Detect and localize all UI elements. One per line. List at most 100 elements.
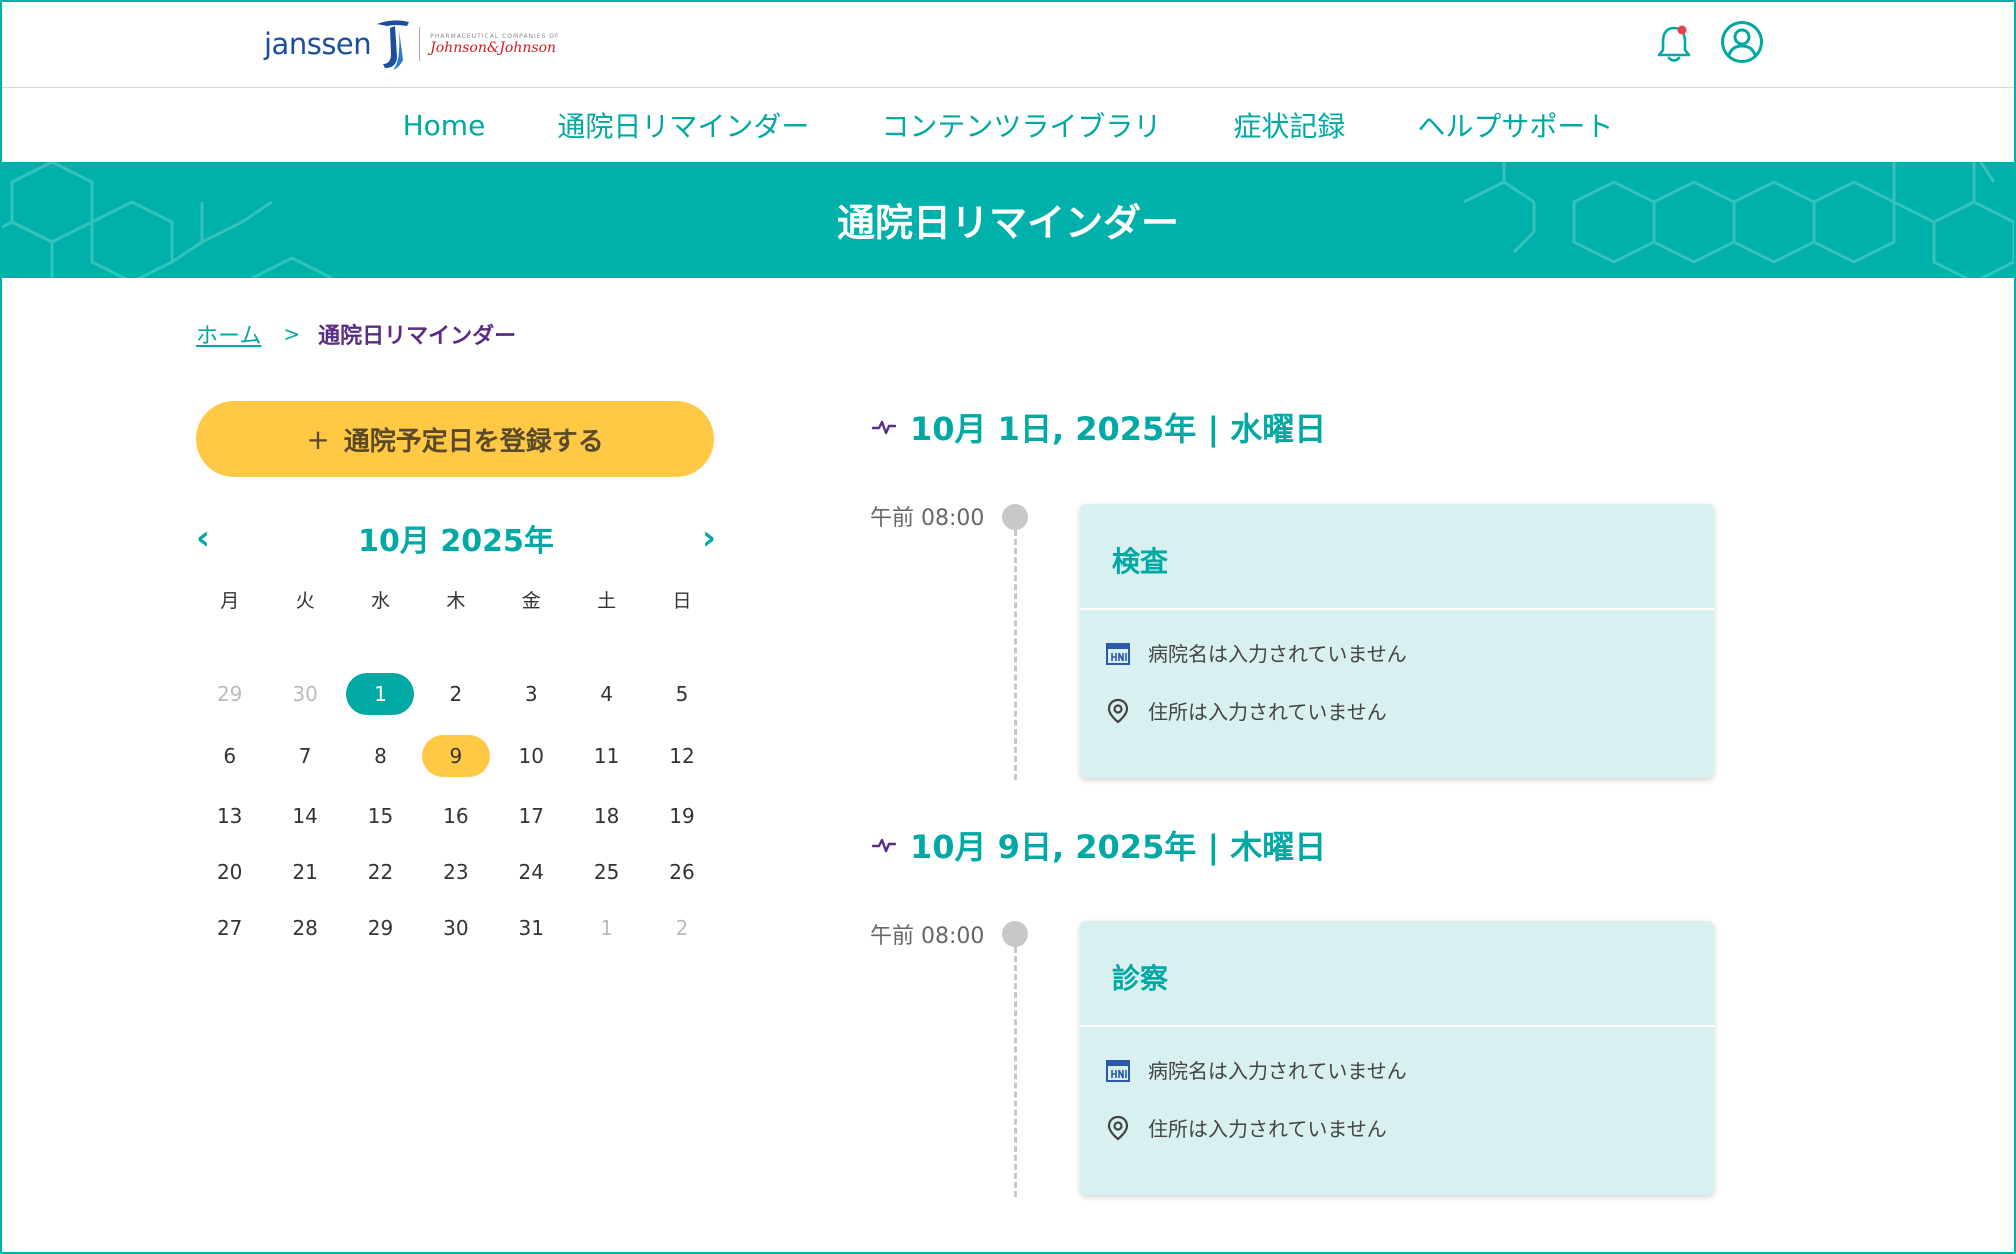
appointment-card[interactable]: 検査 病院名は入力されていません 住所は入力されていません xyxy=(1080,504,1714,778)
calendar-day-number: 12 xyxy=(669,744,695,768)
calendar-day-number: 16 xyxy=(443,804,469,828)
page-banner: 通院日リマインダー xyxy=(2,162,2014,278)
calendar-day[interactable]: 10 xyxy=(494,735,569,777)
hospital-row: 病院名は入力されていません xyxy=(1104,638,1407,667)
calendar-day-number: 8 xyxy=(374,744,387,768)
calendar-day[interactable]: 17 xyxy=(494,795,569,837)
register-visit-button[interactable]: + 通院予定日を登録する xyxy=(196,401,714,477)
breadcrumb-home-link[interactable]: ホーム xyxy=(196,318,261,350)
calendar-day-number: 24 xyxy=(518,860,544,884)
notification-dot xyxy=(1677,25,1687,35)
appointment-card[interactable]: 診察 病院名は入力されていません 住所は入力されていません xyxy=(1080,921,1714,1195)
calendar-day[interactable]: 11 xyxy=(569,735,644,777)
calendar-weekdays: 月 火 水 木 金 土 日 xyxy=(192,586,720,613)
schedule-time: 午前 08:00 xyxy=(870,506,985,531)
calendar-day-number: 13 xyxy=(216,804,243,828)
nav-home[interactable]: Home xyxy=(403,109,486,142)
pulse-icon xyxy=(872,838,896,853)
calendar-day[interactable]: 20 xyxy=(192,851,267,893)
hospital-row: 病院名は入力されていません xyxy=(1104,1055,1407,1084)
hospital-icon xyxy=(1106,1059,1130,1082)
janssen-logo[interactable]: janssen PHARMACEUTICAL COMPANIES OF John… xyxy=(264,16,559,72)
calendar-day-today[interactable]: 9 xyxy=(418,735,493,777)
calendar-day[interactable]: 22 xyxy=(343,851,418,893)
calendar-day[interactable]: 19 xyxy=(644,795,719,837)
weekday-label: 水 xyxy=(370,590,390,612)
weekday-label: 月 xyxy=(220,590,240,612)
janssen-mark-icon xyxy=(377,20,410,70)
nav-symptom-log[interactable]: 症状記録 xyxy=(1233,105,1345,145)
calendar-day[interactable]: 14 xyxy=(267,795,342,837)
calendar-day[interactable]: 28 xyxy=(267,907,342,949)
calendar-day[interactable]: 16 xyxy=(418,795,493,837)
calendar-day[interactable]: 21 xyxy=(267,851,342,893)
address-text: 住所は入力されていません xyxy=(1148,700,1387,724)
calendar-day-number: 21 xyxy=(292,860,318,884)
calendar-day[interactable]: 23 xyxy=(418,851,493,893)
calendar-day[interactable]: 8 xyxy=(343,735,418,777)
calendar-day[interactable]: 30 xyxy=(267,673,342,715)
calendar-day[interactable]: 3 xyxy=(494,673,569,715)
calendar-day-number: 7 xyxy=(298,744,312,768)
calendar-day-number: 9 xyxy=(421,735,490,777)
nav-help-support[interactable]: ヘルプサポート xyxy=(1417,105,1613,145)
calendar-day[interactable]: 29 xyxy=(343,907,418,949)
calendar-day[interactable]: 29 xyxy=(192,673,267,715)
location-pin-icon xyxy=(1107,1115,1129,1140)
schedule-date: 10月 1日, 2025年 | 水曜日 xyxy=(910,410,1327,448)
calendar-day-number: 20 xyxy=(216,860,243,884)
breadcrumb: ホーム > 通院日リマインダー xyxy=(196,318,516,350)
calendar-day[interactable]: 2 xyxy=(418,673,493,715)
calendar-day-number: 22 xyxy=(367,860,394,884)
calendar-day[interactable]: 6 xyxy=(192,735,267,777)
calendar-day[interactable]: 18 xyxy=(569,795,644,837)
chevron-right-icon[interactable]: › xyxy=(702,518,716,558)
calendar-day[interactable]: 13 xyxy=(192,795,267,837)
timeline-dot xyxy=(1002,921,1028,947)
calendar-day[interactable]: 15 xyxy=(343,795,418,837)
calendar-day[interactable]: 31 xyxy=(494,907,569,949)
calendar-week-row: 6 7 8 9 10 11 12 xyxy=(192,724,720,788)
calendar-day[interactable]: 27 xyxy=(192,907,267,949)
calendar-day[interactable]: 25 xyxy=(569,851,644,893)
calendar-day[interactable]: 24 xyxy=(494,851,569,893)
calendar-day-number: 31 xyxy=(518,916,544,940)
logo-sub-text: PHARMACEUTICAL COMPANIES OF xyxy=(430,32,560,40)
calendar-day[interactable]: 26 xyxy=(644,851,719,893)
schedule-date: 10月 9日, 2025年 | 木曜日 xyxy=(910,828,1327,866)
pulse-icon xyxy=(872,420,896,435)
calendar-day[interactable]: 1 xyxy=(569,907,644,949)
calendar-day-number: 1 xyxy=(346,673,415,715)
nav-content-library[interactable]: コンテンツライブラリ xyxy=(881,105,1161,145)
calendar-week-row: 20 21 22 23 24 25 26 xyxy=(192,844,720,900)
calendar-day[interactable]: 30 xyxy=(418,907,493,949)
breadcrumb-current: 通院日リマインダー xyxy=(318,324,517,349)
calendar-day-number: 25 xyxy=(593,860,620,884)
hospital-name: 病院名は入力されていません xyxy=(1148,642,1407,666)
logo-parent-text: Johnson&Johnson xyxy=(430,39,557,56)
calendar-day-number: 11 xyxy=(593,744,620,768)
logo-brand-text: janssen xyxy=(264,27,372,61)
nav-visit-reminder[interactable]: 通院日リマインダー xyxy=(557,105,809,145)
calendar-day-number: 19 xyxy=(669,804,695,828)
calendar-day[interactable]: 2 xyxy=(644,907,719,949)
bell-icon[interactable] xyxy=(1654,22,1694,64)
calendar-day-number: 14 xyxy=(292,804,318,828)
hospital-icon xyxy=(1106,642,1130,665)
calendar-header: ‹ 10月 2025年 › xyxy=(196,512,716,568)
timeline-dot xyxy=(1002,504,1028,530)
calendar-day[interactable]: 7 xyxy=(267,735,342,777)
main-nav: Home 通院日リマインダー コンテンツライブラリ 症状記録 ヘルプサポート xyxy=(2,89,2014,161)
calendar-day-number: 17 xyxy=(518,804,544,828)
calendar-day[interactable]: 4 xyxy=(569,673,644,715)
calendar-week-row: 27 28 29 30 31 1 2 xyxy=(192,900,720,956)
calendar-day-number: 2 xyxy=(675,916,689,940)
calendar-day-selected[interactable]: 1 xyxy=(343,673,418,715)
calendar-day[interactable]: 5 xyxy=(644,673,719,715)
calendar-day[interactable]: 12 xyxy=(644,735,719,777)
page-title: 通院日リマインダー xyxy=(836,201,1179,245)
appointment-title: 診察 xyxy=(1112,962,1169,995)
user-icon[interactable] xyxy=(1720,20,1764,64)
hospital-name: 病院名は入力されていません xyxy=(1148,1059,1407,1083)
calendar-day-number: 30 xyxy=(292,682,318,706)
